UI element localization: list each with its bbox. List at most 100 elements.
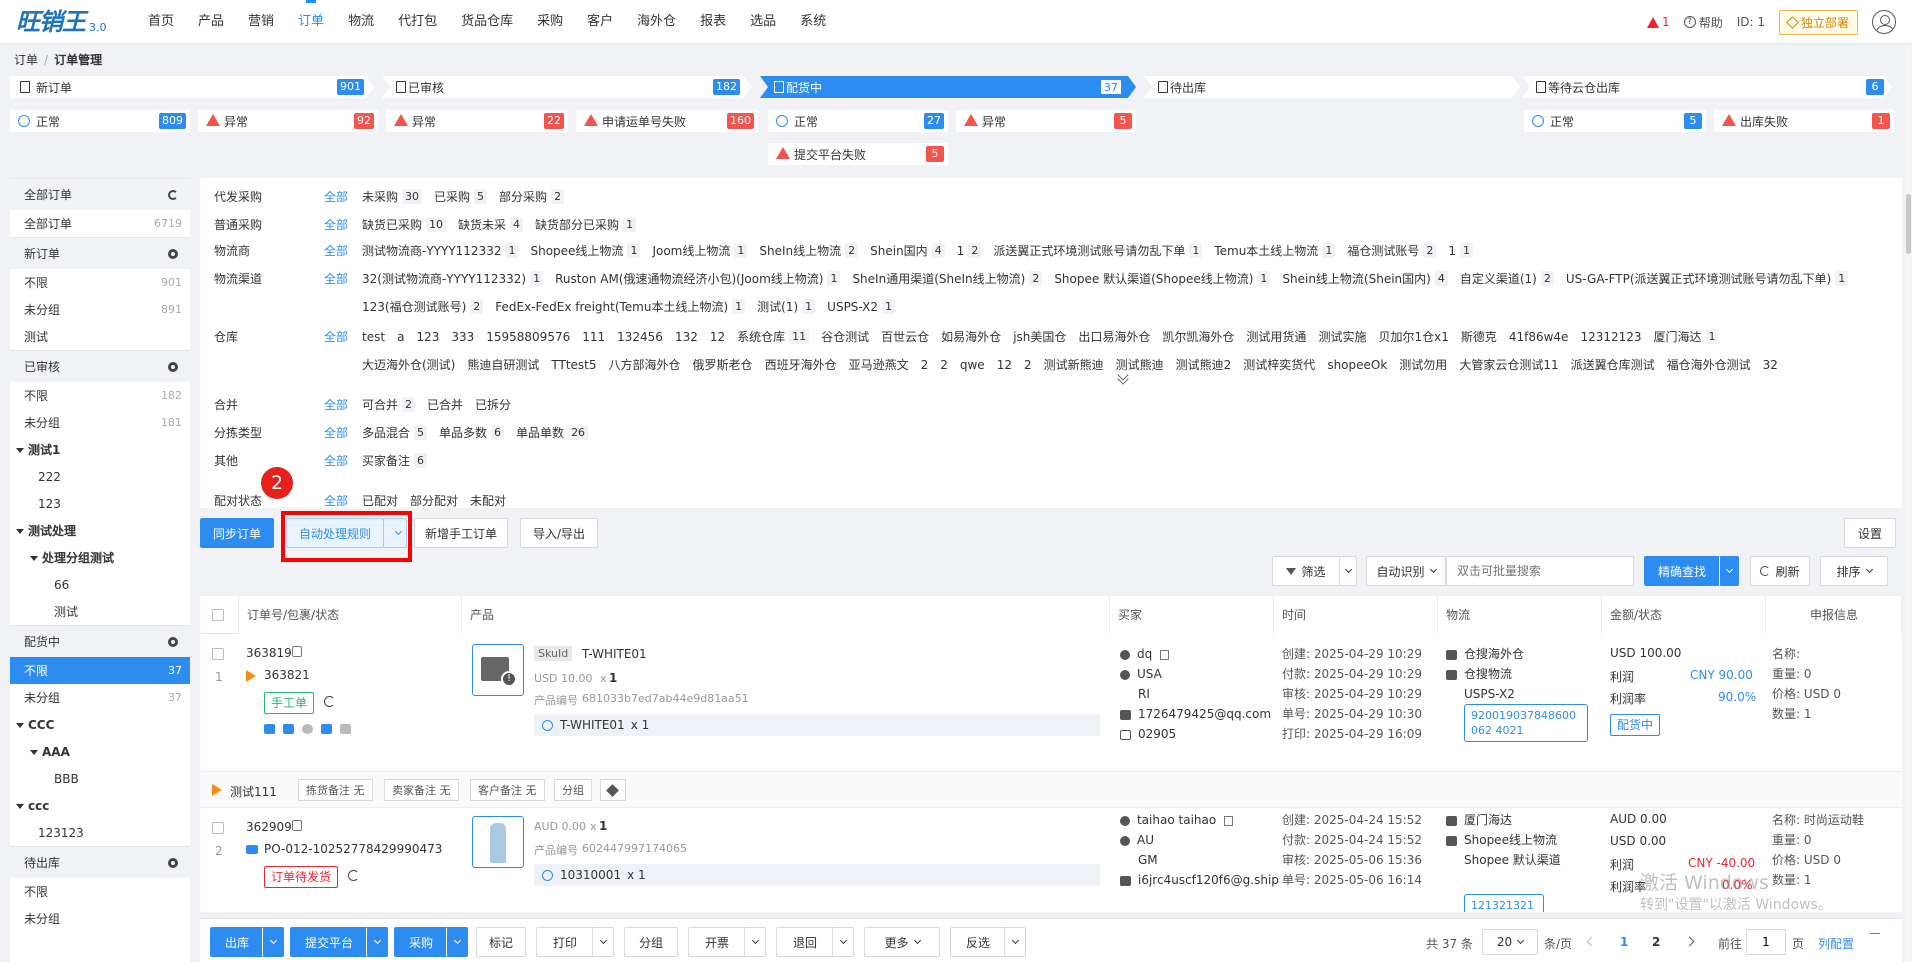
copy-icon[interactable] xyxy=(292,820,302,831)
filter-option[interactable]: 贝加尔1仓x1 xyxy=(1378,328,1448,345)
submit-platform-button[interactable]: 提交平台 xyxy=(290,927,368,957)
filter-option[interactable]: 多品混合 5 xyxy=(362,424,428,441)
menu-item-system[interactable]: 系统 xyxy=(788,0,838,44)
filter-option[interactable]: 132456 xyxy=(617,330,663,344)
filter-option[interactable]: 俄罗斯老仓 xyxy=(693,356,753,373)
filter-option[interactable]: 12312123 xyxy=(1580,330,1641,344)
app-logo[interactable]: 旺销王 3.0 xyxy=(16,7,116,37)
sort-button[interactable]: 排序 xyxy=(1820,556,1888,586)
sync-icon[interactable] xyxy=(348,870,359,881)
sidebar-item-123123[interactable]: 123123 xyxy=(10,819,190,846)
filter-option[interactable]: qwe xyxy=(960,358,985,372)
filter-option[interactable]: 测试熊迪2 xyxy=(1176,356,1232,373)
sidebar-item-audited-any[interactable]: 不限 182 xyxy=(10,382,190,409)
sync-icon[interactable] xyxy=(324,696,335,707)
invoice-dropdown[interactable] xyxy=(744,927,766,957)
filter-option[interactable]: 测试(1) 1 xyxy=(757,298,816,315)
group-button[interactable]: 分组 xyxy=(554,779,592,801)
outbound-button[interactable]: 出库 xyxy=(210,927,264,957)
filter-all-option[interactable]: 全部 xyxy=(324,452,348,469)
precise-search-dropdown[interactable] xyxy=(1719,556,1739,586)
tracking-number-box[interactable]: 920019037848600062 4021 xyxy=(1464,704,1588,742)
refresh-button[interactable]: 刷新 xyxy=(1750,556,1810,586)
settings-button[interactable]: 设置 xyxy=(1844,518,1896,548)
filter-option[interactable]: 单品单数 26 xyxy=(516,424,589,441)
gear-icon[interactable] xyxy=(168,857,178,868)
pick-note-button[interactable]: 拣货备注 无 xyxy=(298,779,373,801)
stage-picking[interactable]: 配货中 37 xyxy=(760,76,1136,98)
filter-option[interactable]: 123 xyxy=(416,330,439,344)
customer-note-button[interactable]: 客户备注 无 xyxy=(470,779,545,801)
filter-option[interactable]: SheIn线上物流 2 xyxy=(759,242,859,259)
user-avatar-icon[interactable] xyxy=(1872,10,1896,34)
alert-indicator[interactable]: 1 xyxy=(1647,15,1670,29)
filter-option[interactable]: 测试用货通 xyxy=(1246,328,1306,345)
menu-item-warehouse[interactable]: 货品仓库 xyxy=(449,0,525,44)
filter-option[interactable]: 缺货未采 4 xyxy=(458,216,524,233)
filter-option[interactable]: 派送翼正式环境测试账号请勿乱下单 1 xyxy=(993,242,1203,259)
substage-new-abnormal[interactable]: 异常 92 xyxy=(198,110,378,132)
filter-all-option[interactable]: 全部 xyxy=(324,424,348,441)
sidebar-item-new-test[interactable]: 测试 xyxy=(10,323,190,350)
substage-new-normal[interactable]: 正常 809 xyxy=(10,110,190,132)
sidebar-item-all-orders[interactable]: 全部订单 6719 xyxy=(10,210,190,237)
print-dropdown[interactable] xyxy=(592,927,614,957)
filter-option[interactable]: 部分配对 xyxy=(410,492,458,509)
filter-option[interactable]: Shopee 默认渠道(Shopee线上物流) 1 xyxy=(1054,270,1271,287)
filter-option[interactable]: 出口易海外仓 xyxy=(1078,328,1150,345)
group-button[interactable]: 分组 xyxy=(624,927,678,957)
filter-option[interactable]: 123(福仓测试账号) 2 xyxy=(362,298,484,315)
filter-option[interactable]: 15958809576 xyxy=(486,330,570,344)
filter-option[interactable]: TTtest5 xyxy=(551,358,596,372)
filter-all-option[interactable]: 全部 xyxy=(324,216,348,233)
filter-option[interactable]: 福仓海外仓测试 xyxy=(1667,356,1751,373)
filter-option[interactable]: Shein国内 4 xyxy=(870,242,945,259)
camera-icon[interactable] xyxy=(264,724,275,734)
page-1-button[interactable]: 1 xyxy=(1620,935,1628,949)
filter-option[interactable]: 亚马逊燕文 xyxy=(849,356,909,373)
sidebar-group-ccc[interactable]: CCC xyxy=(10,711,190,738)
package-number[interactable]: 363821 xyxy=(264,668,310,682)
sidebar-group-ccc-lower[interactable]: ccc xyxy=(10,792,190,819)
menu-item-reports[interactable]: 报表 xyxy=(688,0,738,44)
sync-orders-button[interactable]: 同步订单 xyxy=(200,518,274,548)
stage-new-orders[interactable]: 新订单 901 xyxy=(10,76,374,98)
substage-picking-abnormal[interactable]: 异常 5 xyxy=(956,110,1136,132)
search-input[interactable] xyxy=(1446,556,1634,586)
next-page-button[interactable] xyxy=(1684,936,1695,947)
filter-option[interactable]: 2 xyxy=(921,358,929,372)
sidebar-item-222[interactable]: 222 xyxy=(10,463,190,490)
column-config-link[interactable]: 列配置 xyxy=(1818,935,1854,952)
filter-option[interactable]: 八方部海外仓 xyxy=(609,356,681,373)
filter-all-option[interactable]: 全部 xyxy=(324,270,348,287)
return-dropdown[interactable] xyxy=(832,927,854,957)
sidebar-item-66[interactable]: 66 xyxy=(10,571,190,598)
scroll-top-icon[interactable] xyxy=(1870,933,1880,943)
sidebar-item-out-any[interactable]: 不限 xyxy=(10,878,190,905)
filter-option[interactable]: Ruston AM(俄速通物流经济小包)(Joom线上物流) 1 xyxy=(555,270,841,287)
menu-item-marketing[interactable]: 营销 xyxy=(236,0,286,44)
filter-option[interactable]: US-GA-FTP(派送翼正式环境测试账号请勿乱下单) 1 xyxy=(1566,270,1849,287)
filter-option[interactable]: Joom线上物流 1 xyxy=(652,242,748,259)
copy-icon[interactable] xyxy=(292,646,302,657)
purchase-button[interactable]: 采购 xyxy=(394,927,448,957)
menu-item-customers[interactable]: 客户 xyxy=(575,0,625,44)
substage-audited-abnormal[interactable]: 异常 22 xyxy=(386,110,568,132)
menu-item-selection[interactable]: 选品 xyxy=(738,0,788,44)
menu-item-packing[interactable]: 代打包 xyxy=(386,0,449,44)
filter-option[interactable]: SheIn通用渠道(SheIn线上物流) 2 xyxy=(852,270,1043,287)
menu-item-overseas[interactable]: 海外仓 xyxy=(625,0,688,44)
sidebar-item-picking-ungrouped[interactable]: 未分组 37 xyxy=(10,684,190,711)
gear-icon[interactable] xyxy=(168,361,178,372)
filter-option[interactable]: Shopee线上物流 1 xyxy=(530,242,641,259)
filter-option[interactable]: 谷仓测试 xyxy=(821,328,869,345)
print-icon[interactable] xyxy=(321,724,332,734)
page-scrollbar[interactable] xyxy=(1905,44,1912,962)
filter-option[interactable]: 可合并 2 xyxy=(362,396,416,413)
filter-option[interactable]: 厦门海达 1 xyxy=(1654,328,1719,345)
select-all-checkbox[interactable] xyxy=(212,609,224,621)
filter-option[interactable]: 2 xyxy=(940,358,948,372)
filter-option[interactable]: FedEx-FedEx freight(Temu本土线上物流) 1 xyxy=(495,298,746,315)
filter-option[interactable]: 大迈海外仓(测试) xyxy=(362,356,455,373)
copy-icon[interactable] xyxy=(1224,815,1234,826)
